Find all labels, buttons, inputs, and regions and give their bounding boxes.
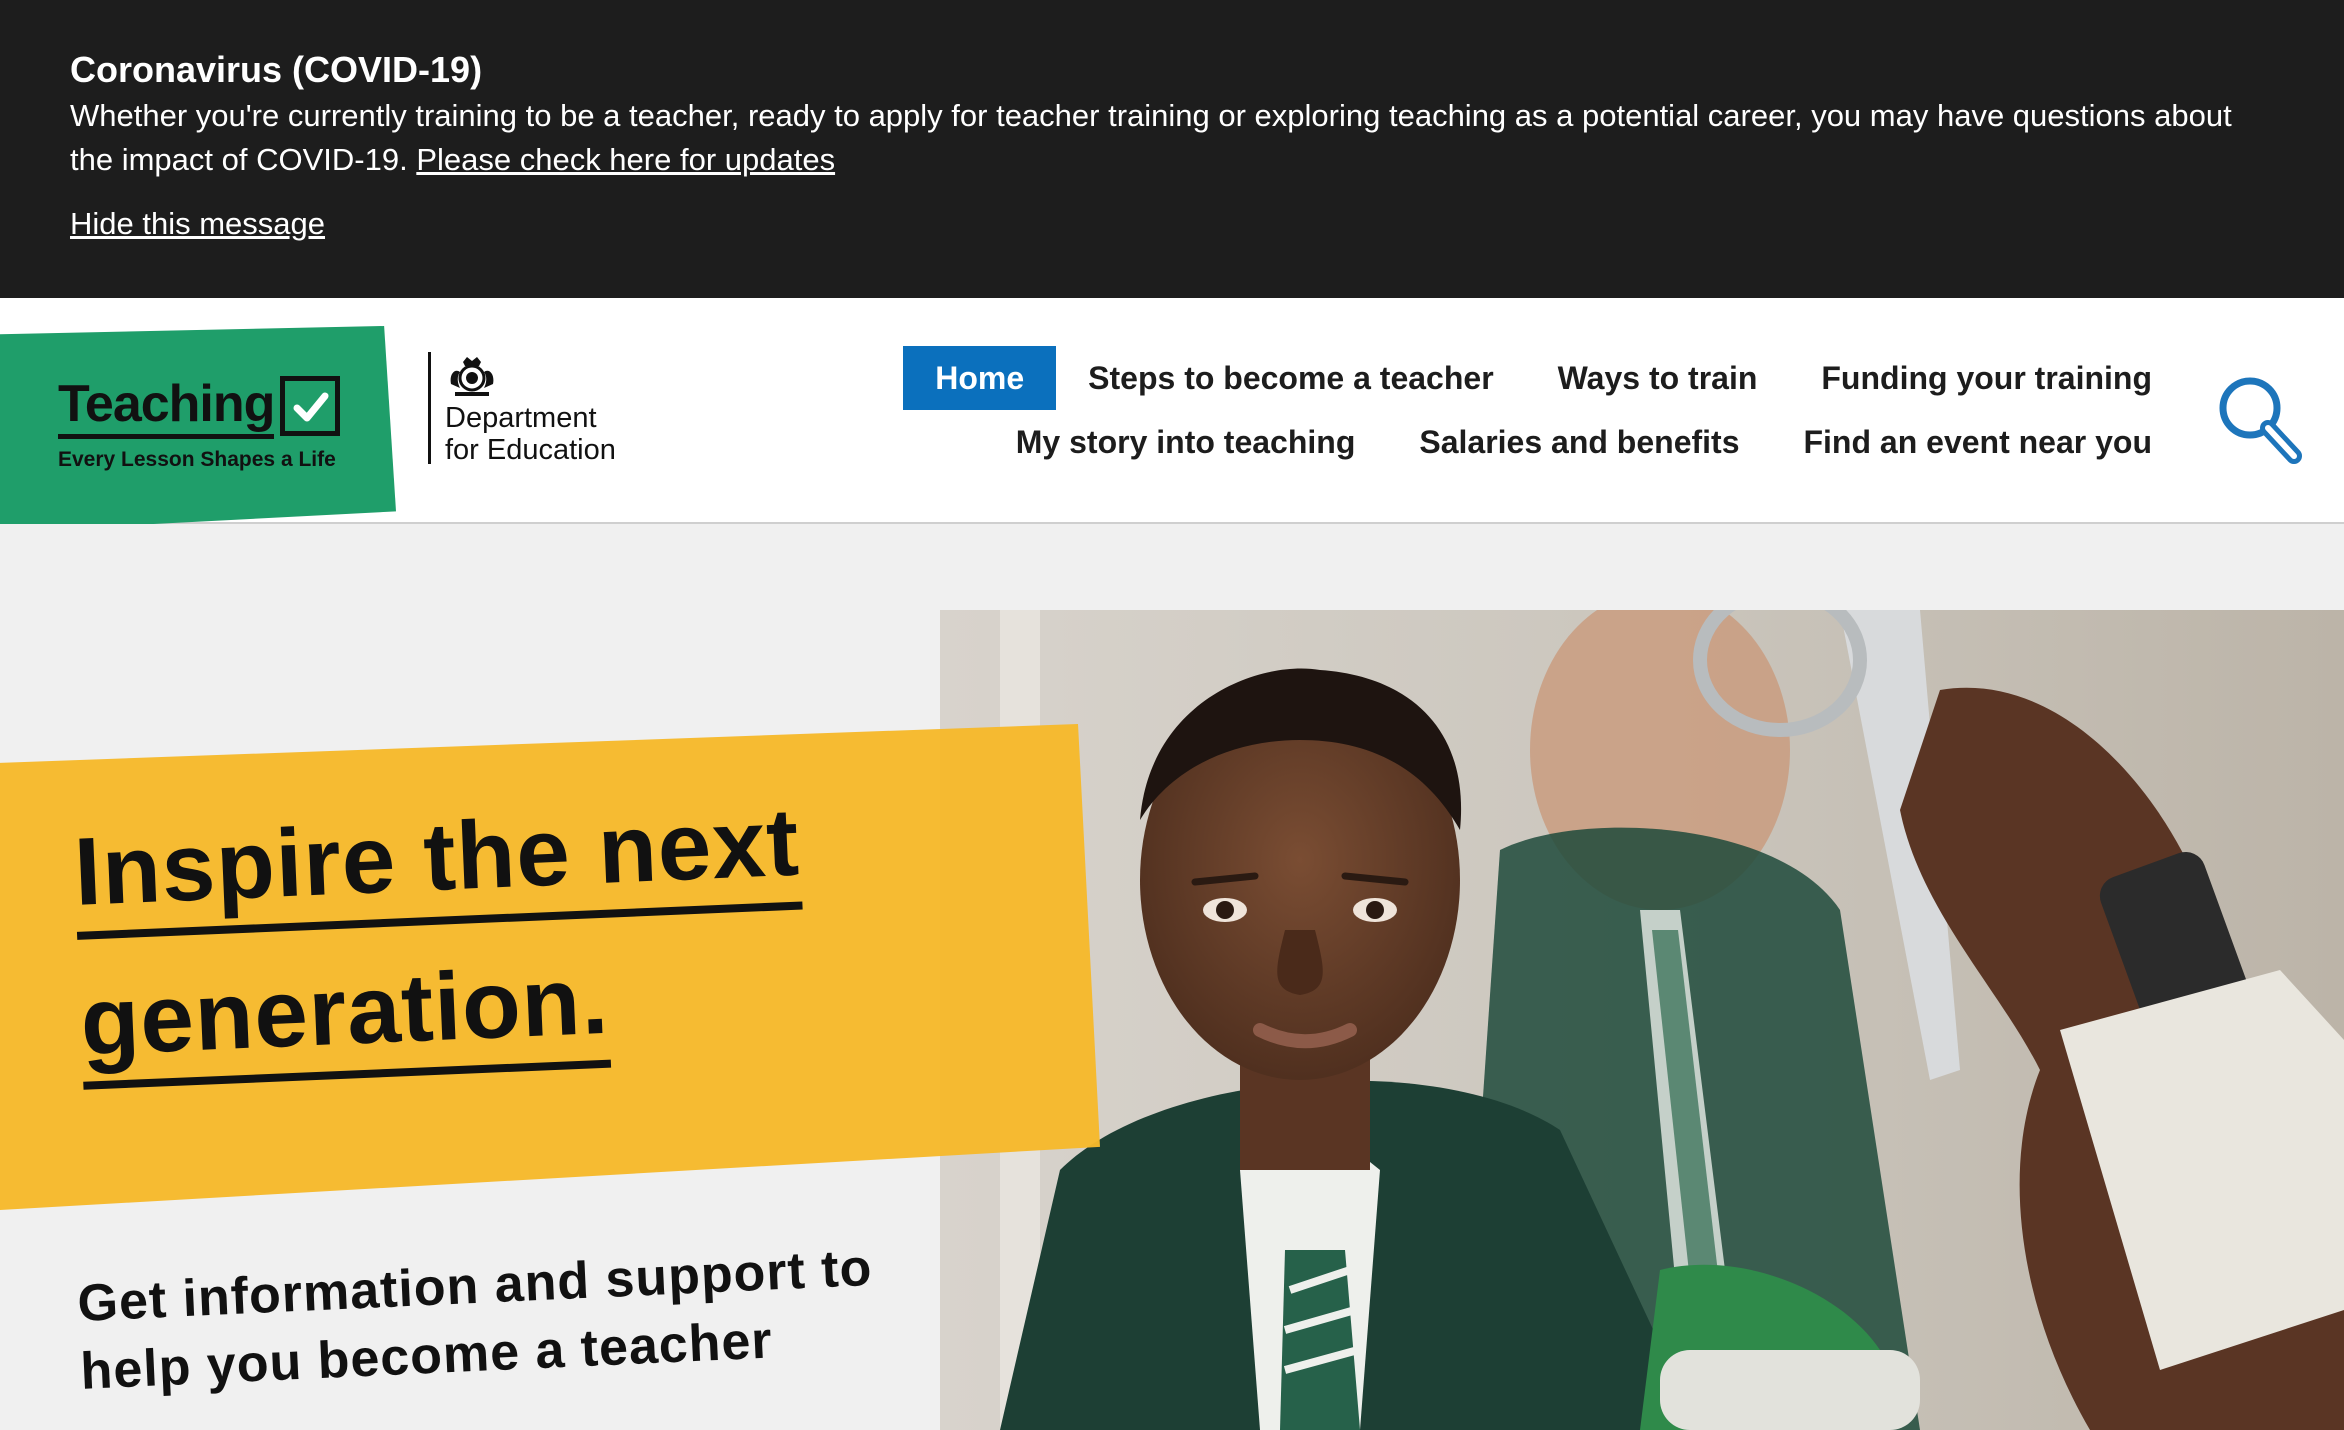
nav-item-my-story[interactable]: My story into teaching (984, 410, 1388, 474)
check-icon (280, 376, 340, 436)
main-nav: Home Steps to become a teacher Ways to t… (852, 346, 2152, 474)
hero-photo (940, 610, 2344, 1430)
nav-item-steps[interactable]: Steps to become a teacher (1056, 346, 1525, 410)
nav-row-1: Home Steps to become a teacher Ways to t… (852, 346, 2152, 410)
nav-item-home[interactable]: Home (903, 346, 1057, 410)
nav-row-2: My story into teaching Salaries and bene… (852, 410, 2152, 474)
covid-banner-title: Coronavirus (COVID-19) (70, 49, 483, 90)
dfe-line-2: for Education (445, 434, 616, 466)
hero-subheading: Get information and support to help you … (76, 1238, 874, 1401)
royal-crest-icon (450, 357, 494, 396)
covid-banner-body: Whether you're currently training to be … (70, 98, 2232, 177)
hero-headline-line-2: generation. (78, 941, 612, 1090)
teaching-logo-word: Teaching (58, 376, 275, 439)
hide-message-link[interactable]: Hide this message (70, 206, 325, 242)
covid-banner-text: Whether you're currently training to be … (70, 94, 2270, 182)
teaching-logo-tagline: Every Lesson Shapes a Life (58, 448, 336, 471)
covid-banner: Coronavirus (COVID-19) Whether you're cu… (0, 0, 2344, 298)
search-icon[interactable] (2214, 372, 2306, 464)
nav-item-ways-to-train[interactable]: Ways to train (1526, 346, 1790, 410)
dfe-logo[interactable]: Department for Education (428, 352, 616, 466)
student-photo-illustration (940, 610, 2344, 1430)
dfe-logo-text: Department for Education (445, 402, 645, 466)
hero-section: Inspire the next generation. Get informa… (0, 524, 2344, 1430)
covid-updates-link[interactable]: Please check here for updates (416, 142, 835, 177)
dfe-line-1: Department (445, 402, 597, 434)
nav-item-funding[interactable]: Funding your training (1789, 346, 2152, 410)
site-header: Teaching Every Lesson Shapes a Life Depa… (0, 298, 2344, 532)
nav-item-salaries[interactable]: Salaries and benefits (1387, 410, 1771, 474)
hero-headline: Inspire the next generation. (72, 783, 808, 1090)
nav-item-events[interactable]: Find an event near you (1771, 410, 2152, 474)
